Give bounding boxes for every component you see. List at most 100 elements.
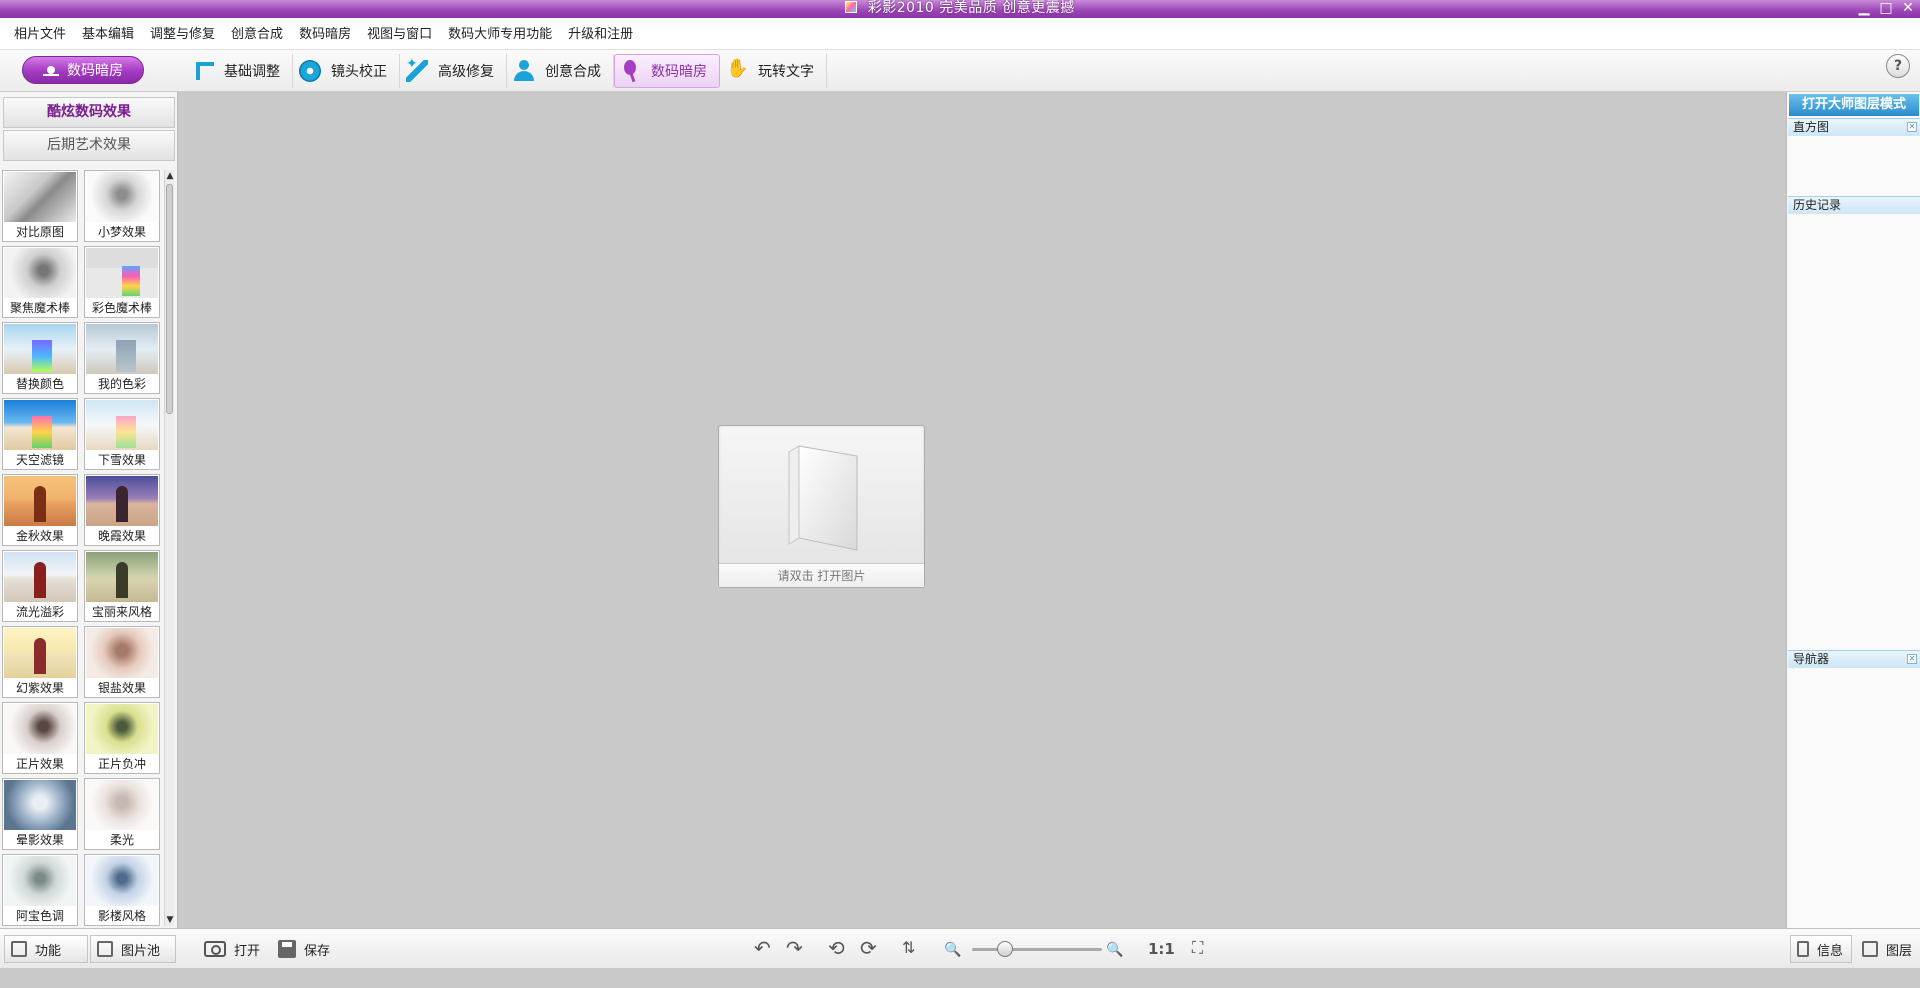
pool-label: 图片池	[121, 943, 161, 959]
menu-adjust-repair[interactable]: 调整与修复	[142, 18, 223, 50]
adjust-icon	[196, 62, 214, 80]
menu-upgrade-register[interactable]: 升级和注册	[560, 18, 641, 50]
open-label: 打开	[234, 943, 261, 959]
effect-vignette[interactable]: 晕影效果	[2, 778, 78, 850]
menu-basic-edit[interactable]: 基本编辑	[74, 18, 142, 50]
undo-icon[interactable]: ↶	[754, 937, 771, 959]
maximize-button[interactable]: □	[1878, 0, 1894, 16]
scroll-up-arrow-icon[interactable]: ▲	[165, 170, 175, 182]
zoom-in-icon[interactable]: 🔍	[1106, 939, 1123, 961]
effect-label: 小梦效果	[97, 225, 146, 239]
fit-screen-icon[interactable]: ⛶	[1192, 937, 1203, 959]
effect-polaroid[interactable]: 宝丽来风格	[84, 550, 160, 622]
minimize-button[interactable]: ▁	[1856, 0, 1872, 16]
open-folder-icon	[788, 445, 858, 551]
redo-icon[interactable]: ↷	[786, 937, 803, 959]
tab-creative-composite[interactable]: 创意合成	[507, 54, 614, 88]
close-icon[interactable]: ✕	[1907, 122, 1917, 132]
effect-label: 替换颜色	[15, 377, 64, 391]
effect-replace-color[interactable]: 替换颜色	[2, 322, 78, 394]
effect-compare-original[interactable]: 对比原图	[2, 170, 78, 242]
close-button[interactable]: ✕	[1900, 0, 1916, 16]
help-button[interactable]: ?	[1886, 54, 1910, 78]
image-pool-button[interactable]: 图片池	[90, 935, 176, 963]
function-view-button[interactable]: 功能	[4, 935, 88, 963]
effect-label: 阿宝色调	[15, 909, 64, 923]
effect-golden-autumn[interactable]: 金秋效果	[2, 474, 78, 546]
tab-label: 高级修复	[438, 64, 494, 80]
effect-positive-film[interactable]: 正片效果	[2, 702, 78, 774]
menu-photo-file[interactable]: 相片文件	[6, 18, 74, 50]
tab-lens-correction[interactable]: 镜头校正	[293, 54, 400, 88]
title-bar: 彩影2010 完美品质 创意更震撼 ▁ □ ✕	[0, 0, 1920, 18]
flip-icon[interactable]: ⇅	[902, 937, 915, 959]
category-art-effects[interactable]: 后期艺术效果	[3, 130, 175, 161]
zoom-slider-knob[interactable]	[996, 941, 1013, 957]
close-icon[interactable]: ✕	[1907, 654, 1917, 664]
effects-panel: 酷炫数码效果 后期艺术效果 对比原图 小梦效果 聚焦魔术棒 彩色魔术棒 替换颜色	[0, 92, 178, 928]
actual-size-button[interactable]: 1:1	[1148, 938, 1175, 960]
effects-scrollbar[interactable]: ▲ ▼	[164, 170, 174, 926]
menu-digital-darkroom[interactable]: 数码暗房	[291, 18, 359, 50]
effect-label: 晚霞效果	[97, 529, 146, 543]
effect-color-wand[interactable]: 彩色魔术棒	[84, 246, 160, 318]
navigator-title: 导航器	[1793, 652, 1830, 666]
info-tab-button[interactable]: 信息	[1790, 935, 1852, 963]
current-mode-button[interactable]: 数码暗房	[22, 56, 144, 84]
open-image-placeholder[interactable]: 请双击 打开图片	[718, 425, 925, 588]
effect-preview	[4, 172, 76, 222]
window-title: 彩影2010 完美品质 创意更震撼	[867, 0, 1075, 16]
image-canvas[interactable]: 请双击 打开图片	[178, 92, 1786, 928]
tab-advanced-repair[interactable]: 高级修复	[400, 54, 507, 88]
effect-label: 我的色彩	[97, 377, 146, 391]
effect-preview	[4, 704, 76, 754]
tab-text[interactable]: 玩转文字	[720, 54, 827, 88]
effect-silver-salt[interactable]: 银盐效果	[84, 626, 160, 698]
master-layer-mode-button[interactable]: 打开大师图层模式	[1789, 94, 1919, 116]
scroll-down-arrow-icon[interactable]: ▼	[165, 914, 175, 926]
effect-cross-process[interactable]: 正片负冲	[84, 702, 160, 774]
current-mode-label: 数码暗房	[67, 63, 123, 79]
effect-dream[interactable]: 小梦效果	[84, 170, 160, 242]
effect-label: 幻紫效果	[15, 681, 64, 695]
module-tabs: 基础调整 镜头校正 高级修复 创意合成 数码暗房 玩转文字	[190, 54, 827, 88]
open-button[interactable]: 打开	[198, 935, 266, 963]
rotate-left-icon[interactable]: ⟲	[828, 937, 845, 959]
panel-toggle-icon	[11, 941, 27, 957]
tab-digital-darkroom[interactable]: 数码暗房	[614, 54, 720, 88]
layers-tab-button[interactable]: 图层	[1856, 935, 1918, 963]
history-title: 历史记录	[1793, 198, 1842, 212]
info-label: 信息	[1817, 943, 1844, 959]
window-controls: ▁ □ ✕	[1856, 0, 1916, 16]
zoom-out-icon[interactable]: 🔍	[944, 939, 961, 961]
effect-focus-wand[interactable]: 聚焦魔术棒	[2, 246, 78, 318]
text-icon	[726, 58, 748, 82]
category-digital-effects[interactable]: 酷炫数码效果	[3, 97, 175, 128]
effect-abao-tone[interactable]: 阿宝色调	[2, 854, 78, 926]
rotate-right-icon[interactable]: ⟳	[860, 937, 877, 959]
menu-creative-composite[interactable]: 创意合成	[223, 18, 291, 50]
tab-basic-adjust[interactable]: 基础调整	[190, 54, 293, 88]
tab-label: 玩转文字	[758, 64, 814, 80]
effect-preview	[4, 780, 76, 830]
effect-label: 影楼风格	[97, 909, 146, 923]
effect-soft-light[interactable]: 柔光	[84, 778, 160, 850]
save-button[interactable]: 保存	[272, 935, 336, 963]
save-label: 保存	[304, 943, 331, 959]
effect-my-color[interactable]: 我的色彩	[84, 322, 160, 394]
effect-label: 正片效果	[15, 757, 64, 771]
effect-sunset-glow[interactable]: 晚霞效果	[84, 474, 160, 546]
effect-fantasy-purple[interactable]: 幻紫效果	[2, 626, 78, 698]
menu-master-functions[interactable]: 数码大师专用功能	[440, 18, 560, 50]
effect-studio-style[interactable]: 影楼风格	[84, 854, 160, 926]
info-icon	[1797, 941, 1809, 957]
effect-sky-filter[interactable]: 天空滤镜	[2, 398, 78, 470]
scroll-thumb[interactable]	[166, 184, 173, 414]
image-pool-icon	[97, 941, 113, 957]
histogram-panel-header: 直方图 ✕	[1788, 118, 1920, 136]
tab-label: 创意合成	[545, 64, 601, 80]
menu-view-window[interactable]: 视图与窗口	[359, 18, 440, 50]
effect-flowing-light[interactable]: 流光溢彩	[2, 550, 78, 622]
zoom-slider[interactable]	[972, 948, 1102, 951]
effect-snow[interactable]: 下雪效果	[84, 398, 160, 470]
